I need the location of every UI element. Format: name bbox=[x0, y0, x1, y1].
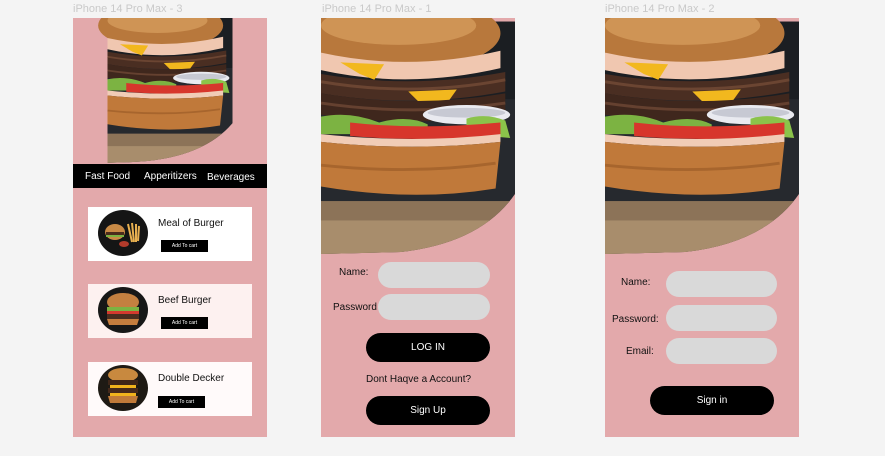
signin-button[interactable]: Sign in bbox=[650, 386, 774, 415]
frame-menu: Fast Food Apperitizers Beverages Meal of… bbox=[73, 18, 267, 437]
frame-label-2: iPhone 14 Pro Max - 2 bbox=[605, 3, 715, 15]
frame-label-1: iPhone 14 Pro Max - 1 bbox=[322, 3, 432, 15]
category-bar: Fast Food Apperitizers Beverages bbox=[73, 164, 267, 188]
frame-signup: Name: Password: Email: Sign in bbox=[605, 18, 799, 437]
name-input[interactable] bbox=[666, 271, 777, 297]
category-beverages[interactable]: Beverages bbox=[207, 172, 255, 183]
frame-login: Name: Password LOG IN Dont Haqve a Accou… bbox=[321, 18, 515, 437]
burger-hero-image bbox=[605, 18, 799, 254]
item-title: Beef Burger bbox=[158, 295, 212, 306]
category-appetizers[interactable]: Apperitizers bbox=[144, 171, 197, 182]
item-title: Meal of Burger bbox=[158, 218, 224, 229]
menu-item-card[interactable]: Meal of Burger Add To cart bbox=[88, 207, 252, 261]
item-title: Double Decker bbox=[158, 373, 225, 384]
add-to-cart-button[interactable]: Add To cart bbox=[161, 317, 208, 329]
burger-hero-image bbox=[73, 18, 267, 164]
burger-meal-thumbnail bbox=[98, 210, 148, 256]
name-label: Name: bbox=[621, 277, 651, 288]
double-decker-thumbnail bbox=[98, 365, 148, 411]
email-label: Email: bbox=[626, 346, 654, 357]
email-input[interactable] bbox=[666, 338, 777, 364]
add-to-cart-button[interactable]: Add To cart bbox=[161, 240, 208, 252]
login-button[interactable]: LOG IN bbox=[366, 333, 490, 362]
password-label: Password: bbox=[612, 314, 659, 325]
password-label: Password bbox=[333, 302, 377, 313]
category-fast-food[interactable]: Fast Food bbox=[85, 171, 130, 182]
menu-item-card[interactable]: Beef Burger Add To cart bbox=[88, 284, 252, 338]
account-prompt: Dont Haqve a Account? bbox=[366, 374, 472, 385]
add-to-cart-button[interactable]: Add To cart bbox=[158, 396, 205, 408]
password-input[interactable] bbox=[666, 305, 777, 331]
beef-burger-thumbnail bbox=[98, 287, 148, 333]
burger-hero-image bbox=[321, 18, 515, 254]
frame-label-3: iPhone 14 Pro Max - 3 bbox=[73, 3, 183, 15]
signup-button[interactable]: Sign Up bbox=[366, 396, 490, 425]
menu-item-card[interactable]: Double Decker Add To cart bbox=[88, 362, 252, 416]
name-label: Name: bbox=[339, 267, 369, 278]
password-input[interactable] bbox=[378, 294, 490, 320]
name-input[interactable] bbox=[378, 262, 490, 288]
